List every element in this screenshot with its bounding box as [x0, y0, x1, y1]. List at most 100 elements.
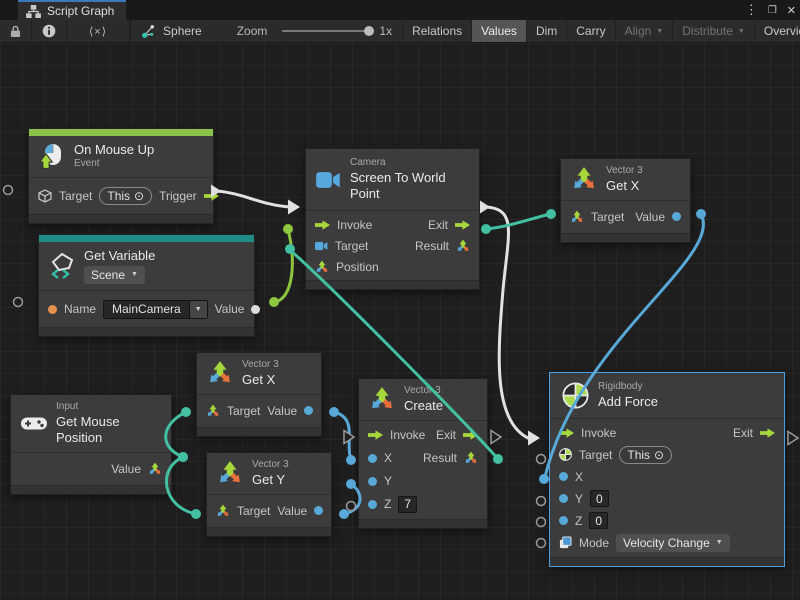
z-value-input[interactable]: 7 — [398, 496, 417, 513]
inspector-button[interactable] — [32, 20, 67, 42]
float-port-dot[interactable] — [559, 472, 568, 481]
camera-port-icon[interactable] — [315, 241, 328, 251]
target-self-selector[interactable]: This⊙ — [619, 446, 672, 464]
caret-down-icon: ▼ — [716, 539, 723, 546]
variable-name-dropdown[interactable]: MainCamera ▼ — [103, 300, 208, 319]
vector3-port-icon[interactable] — [216, 504, 230, 518]
node-get-x-mid[interactable]: Vector 3 Get X Target Value — [196, 352, 322, 437]
vector3-port-icon[interactable] — [456, 239, 470, 253]
lock-button[interactable] — [0, 20, 32, 42]
float-port-dot[interactable] — [559, 494, 568, 503]
string-port-dot[interactable] — [48, 305, 57, 314]
y-value-input[interactable]: 0 — [590, 490, 609, 507]
node-get-variable[interactable]: Get Variable Scene▼ Name MainCamera ▼ Va… — [38, 234, 255, 337]
node-category: Vector 3 — [606, 165, 643, 178]
float-port-dot[interactable] — [368, 477, 377, 486]
target-self-selector[interactable]: This⊙ — [99, 187, 152, 205]
vector3-port-icon[interactable] — [570, 210, 584, 224]
y-port-label: Y — [575, 492, 583, 506]
node-get-x-top[interactable]: Vector 3 Get X Target Value — [560, 158, 691, 243]
flow-out-arrow-icon[interactable] — [463, 430, 478, 440]
tab-title: Script Graph — [47, 4, 114, 18]
window-menu-icon[interactable]: ⋮ — [745, 2, 758, 18]
vector3-icon — [217, 460, 243, 486]
exit-port-label: Exit — [436, 428, 456, 442]
node-on-mouse-up[interactable]: On Mouse Up Event Target This⊙ Trigger — [28, 128, 214, 224]
y-port-label: Y — [384, 474, 392, 488]
dim-button[interactable]: Dim — [527, 20, 567, 42]
window-tab-bar: Script Graph ⋮ ❐ ✕ — [0, 0, 800, 20]
float-port-dot[interactable] — [314, 506, 323, 515]
align-button: Align▼ — [616, 20, 674, 42]
name-port-label: Name — [64, 302, 96, 316]
vector3-port-icon[interactable] — [148, 462, 162, 476]
result-port-label: Result — [415, 239, 449, 253]
node-category: Rigidbody — [598, 381, 658, 394]
node-footer — [207, 527, 331, 536]
result-port-label: Result — [423, 451, 457, 465]
flow-in-arrow-icon[interactable] — [559, 428, 574, 438]
flow-out-arrow-icon[interactable] — [760, 428, 775, 438]
window-maximize-icon[interactable]: ❐ — [768, 5, 777, 16]
value-port-label: Value — [111, 462, 141, 476]
variable-icon — [49, 253, 75, 279]
target-port-label: Target — [591, 210, 624, 224]
vector3-port-icon[interactable] — [464, 451, 478, 465]
float-port-dot[interactable] — [672, 212, 681, 221]
vector3-port-icon[interactable] — [315, 260, 329, 274]
window-close-icon[interactable]: ✕ — [787, 4, 796, 17]
node-category: Vector 3 — [404, 385, 443, 398]
distribute-button: Distribute▼ — [673, 20, 755, 42]
tab-script-graph[interactable]: Script Graph — [18, 0, 126, 20]
code-icon: ⟨×⟩ — [89, 25, 107, 38]
node-footer — [29, 214, 213, 223]
node-get-mouse-position[interactable]: Input Get Mouse Position Value — [10, 394, 172, 495]
event-accent-bar — [29, 129, 213, 136]
zoom-label: Zoom — [237, 24, 268, 38]
flow-out-arrow-icon[interactable] — [204, 191, 219, 201]
vector3-icon — [369, 386, 395, 412]
rigidbody-port-icon[interactable] — [559, 448, 572, 461]
float-port-dot[interactable] — [304, 406, 313, 415]
flow-out-arrow-icon[interactable] — [455, 220, 470, 230]
enum-port-icon[interactable] — [559, 536, 572, 549]
object-picker-icon: ⊙ — [654, 448, 664, 462]
carry-button[interactable]: Carry — [567, 20, 615, 42]
graph-name[interactable]: Sphere — [163, 24, 202, 38]
node-get-y[interactable]: Vector 3 Get Y Target Value — [206, 452, 332, 537]
node-add-force[interactable]: Rigidbody Add Force Invoke Exit Target T… — [549, 372, 785, 567]
flow-in-arrow-icon[interactable] — [368, 430, 383, 440]
node-footer — [197, 427, 321, 436]
node-title: Get Y — [252, 472, 289, 488]
node-title: Get Variable — [84, 248, 155, 264]
node-category: Vector 3 — [252, 459, 289, 472]
zoom-slider-knob[interactable] — [364, 26, 374, 36]
exit-port-label: Exit — [733, 426, 753, 440]
overview-button[interactable]: Overview — [755, 20, 800, 42]
code-preview-button[interactable]: ⟨×⟩ — [67, 20, 130, 42]
values-button[interactable]: Values — [472, 20, 527, 42]
value-port-dot[interactable] — [251, 305, 260, 314]
caret-down-icon: ▼ — [131, 271, 138, 280]
variable-scope-dropdown[interactable]: Scene▼ — [84, 266, 145, 284]
float-port-dot[interactable] — [368, 500, 377, 509]
force-mode-dropdown[interactable]: Velocity Change▼ — [616, 534, 730, 552]
graph-asset-icon — [141, 24, 156, 39]
vector3-port-icon[interactable] — [206, 404, 220, 418]
float-port-dot[interactable] — [368, 454, 377, 463]
z-value-input[interactable]: 0 — [589, 512, 608, 529]
relations-button[interactable]: Relations — [403, 20, 472, 42]
invoke-port-label: Invoke — [581, 426, 616, 440]
target-port-label: Target — [227, 404, 260, 418]
node-vector3-create[interactable]: Vector 3 Create Invoke Exit X Result Y — [358, 378, 488, 529]
graph-canvas[interactable]: On Mouse Up Event Target This⊙ Trigger G… — [0, 43, 800, 600]
node-screen-to-world-point[interactable]: Camera Screen To World Point Invoke Exit… — [305, 148, 480, 290]
node-footer — [561, 233, 690, 242]
flow-in-arrow-icon[interactable] — [315, 220, 330, 230]
zoom-slider[interactable] — [282, 30, 372, 32]
invoke-port-label: Invoke — [390, 428, 425, 442]
vector3-icon — [207, 360, 233, 386]
info-icon — [42, 24, 56, 38]
target-port-label: Target — [579, 448, 612, 462]
float-port-dot[interactable] — [559, 516, 568, 525]
